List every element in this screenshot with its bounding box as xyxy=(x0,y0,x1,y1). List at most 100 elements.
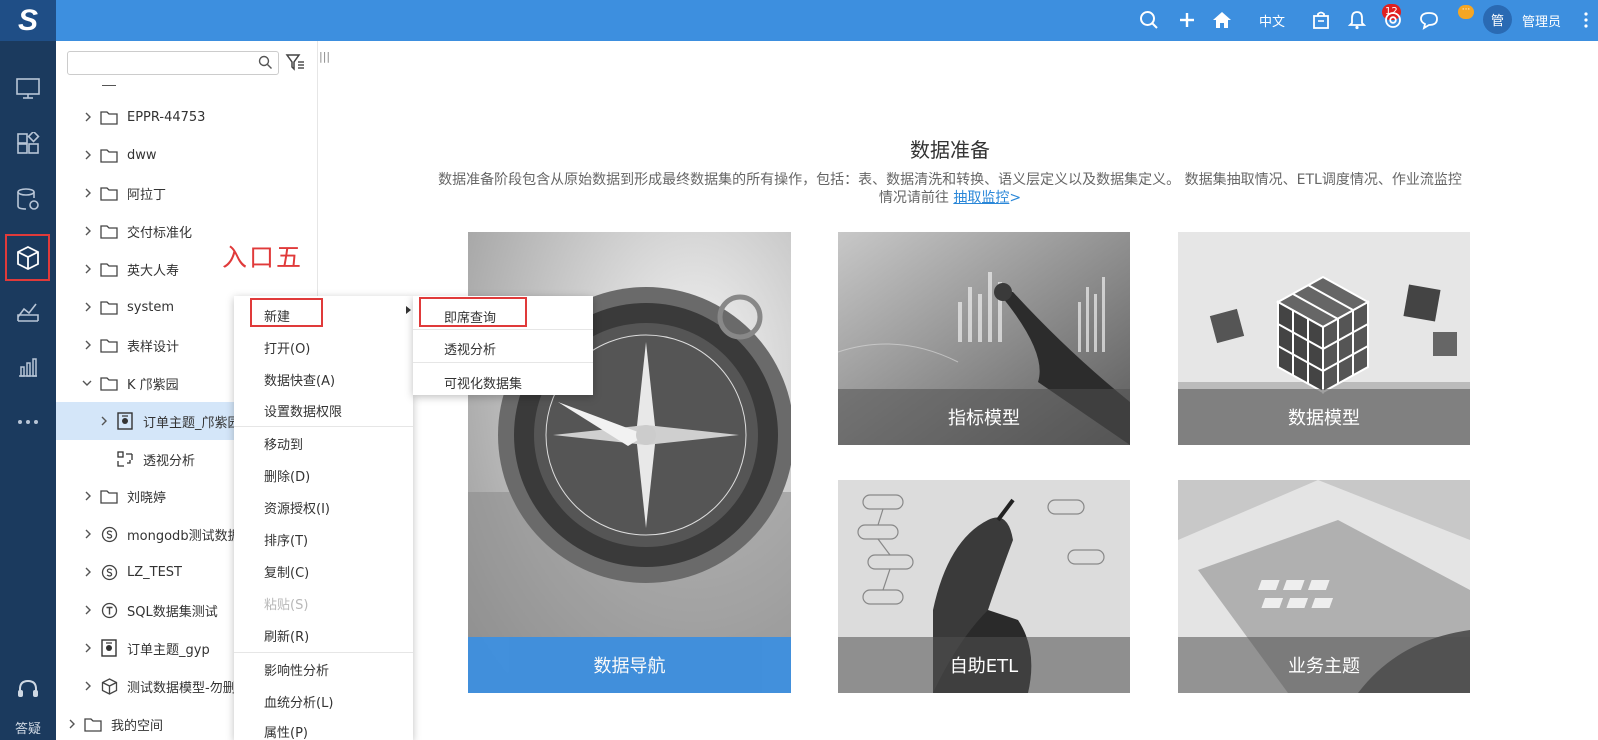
tree-item-aladdin[interactable]: 阿拉丁 xyxy=(56,174,317,212)
bag-icon[interactable] xyxy=(1309,8,1333,32)
tree-item-label: 表样设计 xyxy=(127,339,180,355)
chevron-right-icon[interactable] xyxy=(82,642,94,654)
tree-line-fragment xyxy=(102,85,116,86)
annotation-highlight-new xyxy=(250,298,323,327)
filter-icon[interactable] xyxy=(285,52,305,76)
language-switch[interactable]: 中文 xyxy=(1259,11,1285,30)
chat-icon[interactable] xyxy=(1417,8,1441,32)
menu-item-quick-query[interactable]: 数据快查(A) xyxy=(264,370,335,389)
extract-monitor-link[interactable]: 抽取监控 xyxy=(953,190,1009,206)
search-icon[interactable] xyxy=(1137,8,1161,32)
menu-item-move[interactable]: 移动到 xyxy=(264,434,303,453)
chevron-right-icon[interactable] xyxy=(82,187,94,199)
chevron-right-icon[interactable] xyxy=(82,566,94,578)
bell-icon[interactable] xyxy=(1345,8,1369,32)
folder-icon xyxy=(100,298,118,316)
tree-item-label: 英大人寿 xyxy=(127,263,180,279)
search-input[interactable] xyxy=(67,51,279,75)
business-topic-icon xyxy=(100,639,118,657)
cube-icon xyxy=(100,677,118,695)
nav-monitor-icon[interactable] xyxy=(0,64,56,114)
card-metric-model[interactable]: 指标模型 xyxy=(838,232,1130,445)
card-label: 业务主题 xyxy=(1178,637,1470,693)
avatar-text: 管 xyxy=(1490,14,1504,29)
menu-item-properties[interactable]: 属性(P) xyxy=(264,722,308,740)
nav-more-icon[interactable] xyxy=(0,397,56,447)
card-self-etl[interactable]: 自助ETL xyxy=(838,480,1130,693)
chevron-right-icon[interactable] xyxy=(82,604,94,616)
tree-item-label: 测试数据模型-勿删 xyxy=(127,680,236,696)
menu-item-copy[interactable]: 复制(C) xyxy=(264,562,309,581)
tree-item-label: 订单主题_gyp xyxy=(127,642,210,658)
top-bar: S 中文 12 ··· 管 管理员 xyxy=(0,0,1598,41)
menu-item-open[interactable]: 打开(O) xyxy=(264,338,310,357)
tree-item-label: 交付标准化 xyxy=(127,225,193,241)
menu-item-lineage-analysis[interactable]: 血统分析(L) xyxy=(264,692,333,711)
chevron-right-icon[interactable] xyxy=(82,680,94,692)
submenu-item-pivot-analysis[interactable]: 透视分析 xyxy=(444,339,496,358)
menu-item-data-permission[interactable]: 设置数据权限 xyxy=(264,401,342,420)
description-text: 情况请前往 xyxy=(878,190,954,206)
card-label: 指标模型 xyxy=(838,389,1130,445)
tree-item-label: K 邝紫园 xyxy=(127,377,179,393)
folder-icon xyxy=(100,374,118,392)
folder-icon xyxy=(100,222,118,240)
nav-analysis-icon[interactable] xyxy=(0,287,56,337)
menu-item-delete[interactable]: 删除(D) xyxy=(264,466,310,485)
user-name[interactable]: 管理员 xyxy=(1522,11,1561,30)
menu-item-impact-analysis[interactable]: 影响性分析 xyxy=(264,660,329,679)
menu-item-refresh[interactable]: 刷新(R) xyxy=(264,626,309,645)
more-vertical-icon[interactable] xyxy=(1578,8,1594,32)
tree-item-label: 透视分析 xyxy=(143,453,196,469)
folder-icon xyxy=(100,184,118,202)
chevron-right-icon[interactable] xyxy=(98,415,110,427)
chevron-right-icon[interactable] xyxy=(82,339,94,351)
panel-collapse-handle[interactable]: ||| xyxy=(319,50,330,63)
help-label[interactable]: 答疑 xyxy=(0,718,56,737)
tree-item-dww[interactable]: dww xyxy=(56,136,317,174)
chevron-right-icon[interactable] xyxy=(82,149,94,161)
page-title: 数据准备 xyxy=(910,138,990,162)
search-icon[interactable] xyxy=(258,55,273,74)
menu-item-paste: 粘贴(S) xyxy=(264,598,309,613)
menu-divider xyxy=(234,652,413,653)
page-description: 数据准备阶段包含从原始数据到形成最终数据集的所有操作，包括：表、数据清洗和转换、… xyxy=(375,171,1525,207)
menu-divider xyxy=(413,362,593,363)
tree-item-label: dww xyxy=(127,147,157,163)
tree-item-eppr[interactable]: EPPR-44753 xyxy=(56,98,317,136)
app-logo[interactable]: S xyxy=(0,0,56,41)
chevron-right-icon[interactable] xyxy=(82,490,94,502)
card-data-model[interactable]: 数据模型 xyxy=(1178,232,1470,445)
chevron-right-icon[interactable] xyxy=(82,225,94,237)
left-nav: 答疑 xyxy=(0,41,56,740)
headset-icon[interactable] xyxy=(0,665,56,715)
home-icon[interactable] xyxy=(1210,8,1234,32)
business-topic-icon xyxy=(116,412,134,430)
chevron-right-icon[interactable] xyxy=(82,111,94,123)
chevron-right-icon[interactable] xyxy=(66,718,78,730)
chevron-right-icon[interactable] xyxy=(82,528,94,540)
card-label: 自助ETL xyxy=(838,637,1130,693)
add-icon[interactable] xyxy=(1175,8,1199,32)
description-line-2: 情况请前往 抽取监控> xyxy=(375,189,1525,207)
tree-item-label: mongodb测试数据 xyxy=(127,528,241,544)
link-arrow: > xyxy=(1009,190,1022,206)
menu-item-sort[interactable]: 排序(T) xyxy=(264,530,308,549)
submenu-arrow-icon xyxy=(406,306,411,314)
text-datasource-icon xyxy=(100,601,118,619)
pivot-analysis-icon xyxy=(116,450,134,468)
chevron-down-icon[interactable] xyxy=(81,377,93,389)
nav-widgets-icon[interactable] xyxy=(0,119,56,169)
nav-chart-icon[interactable] xyxy=(0,342,56,392)
settings-icon[interactable] xyxy=(1381,8,1405,32)
chevron-right-icon[interactable] xyxy=(82,301,94,313)
tree-item-label: EPPR-44753 xyxy=(127,109,206,125)
chat-badge: ··· xyxy=(1458,5,1474,19)
avatar[interactable]: 管 xyxy=(1483,5,1512,34)
context-menu: 新建 打开(O) 数据快查(A) 设置数据权限 移动到 删除(D) 资源授权(I… xyxy=(234,296,413,740)
chevron-right-icon[interactable] xyxy=(82,263,94,275)
menu-item-authorize[interactable]: 资源授权(I) xyxy=(264,498,330,517)
nav-database-settings-icon[interactable] xyxy=(0,175,56,225)
card-business-topic[interactable]: 业务主题 xyxy=(1178,480,1470,693)
submenu-item-visual-dataset[interactable]: 可视化数据集 xyxy=(444,373,522,392)
